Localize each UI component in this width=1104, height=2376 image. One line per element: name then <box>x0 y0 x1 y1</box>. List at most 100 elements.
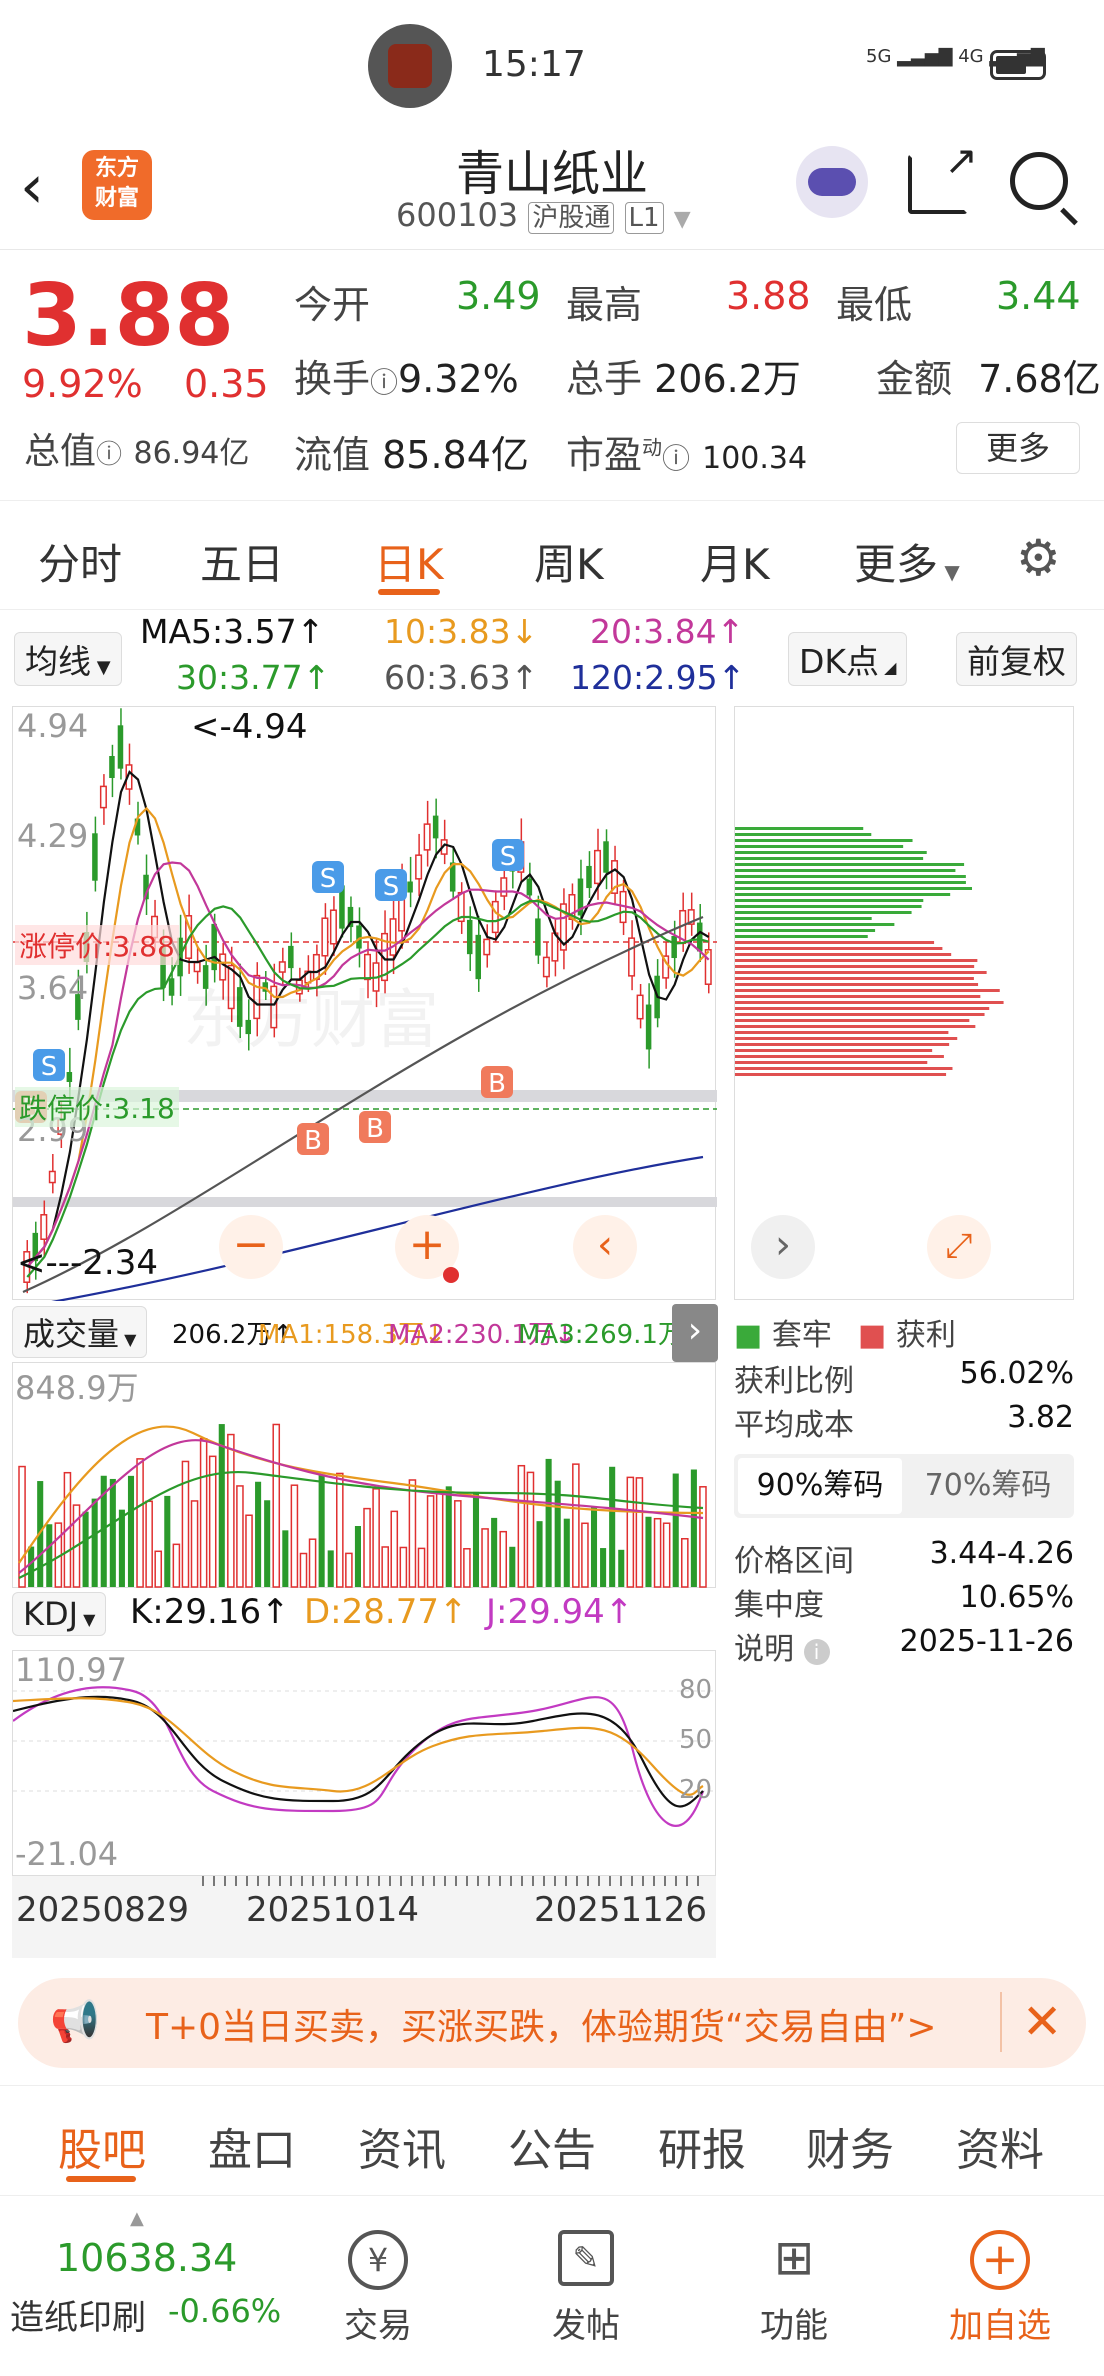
promo-banner[interactable]: 📢 T+0当日买卖，买涨买跌，体验期货“交易自由”> ✕ <box>18 1978 1086 2068</box>
legend-profit: 获利 <box>895 1318 956 1353</box>
turnover-label: 换手 <box>294 357 371 401</box>
status-time: 15:17 <box>482 44 586 85</box>
concentration-value: 10.65% <box>959 1580 1074 1615</box>
volume-bar-up <box>408 1479 417 1588</box>
mktcap-label: 总值 <box>24 431 97 472</box>
promo-text[interactable]: T+0当日买卖，买涨买跌，体验期货“交易自由”> <box>146 1998 937 2050</box>
volume-bar-up <box>154 1550 163 1588</box>
tab-daily-k[interactable]: 日K <box>374 531 444 592</box>
candle-down <box>432 815 439 839</box>
collapse-arrow-button[interactable]: › <box>672 1304 718 1362</box>
kdj-selector[interactable]: KDJ ▼ <box>12 1592 107 1636</box>
chip-stats: ■ 套牢 ■ 获利 获利比例 56.02% 平均成本 3.82 90%筹码 70… <box>734 1318 1074 1667</box>
volume-bar-down <box>118 1509 125 1587</box>
chip-distribution-chart[interactable]: › ⤢ <box>734 706 1074 1300</box>
volume-bar-down <box>672 1473 679 1587</box>
scroll-left-button[interactable]: ‹ <box>573 1215 637 1279</box>
dk-points-selector[interactable]: DK点 ◢ <box>788 632 908 686</box>
volume-bar-up <box>236 1485 244 1588</box>
hgt-badge: 沪股通 <box>528 202 615 234</box>
chip-bar-trapped <box>735 929 876 932</box>
search-icon[interactable] <box>1010 152 1078 226</box>
tab-intraday[interactable]: 分时 <box>38 531 122 592</box>
expand-icon[interactable]: ⤢ <box>927 1215 991 1279</box>
candle-up <box>389 918 397 956</box>
tab-forum[interactable]: 股吧 <box>58 2114 146 2178</box>
avg-cost-label: 平均成本 <box>734 1408 854 1443</box>
zoom-out-button[interactable]: − <box>219 1215 283 1279</box>
high-value: 3.88 <box>726 274 811 318</box>
chip-bar-profit <box>735 965 975 968</box>
y-label-3: 3.64 <box>17 969 89 1007</box>
chip-bar-trapped <box>735 845 904 848</box>
chip-bar-trapped <box>735 911 912 914</box>
share-icon[interactable]: ↗ <box>908 138 978 214</box>
stock-name: 青山纸业 <box>456 146 649 202</box>
sector-index-widget[interactable]: ▲ 10638.34 造纸印刷 -0.66% <box>10 2208 310 2368</box>
price-adjust-selector[interactable]: 前复权 <box>956 632 1077 686</box>
pe-value: 100.34 <box>702 441 808 476</box>
close-icon[interactable]: ✕ <box>1000 1992 1062 2052</box>
change-pct: 9.92% <box>22 362 143 406</box>
note-date: 2025-11-26 <box>899 1624 1074 1659</box>
chip-tab-90[interactable]: 90%筹码 <box>738 1458 902 1514</box>
volume-bar-up <box>499 1530 508 1588</box>
tab-research[interactable]: 研报 <box>658 2114 746 2178</box>
volume-bar-down <box>590 1505 598 1587</box>
tab-news[interactable]: 资讯 <box>358 2114 446 2178</box>
kdj-grid-50: 50 <box>679 1725 713 1755</box>
chip-bar-profit <box>735 1007 990 1010</box>
tab-weekly-k[interactable]: 周K <box>534 531 604 592</box>
tab-profile[interactable]: 资料 <box>956 2114 1044 2178</box>
volume-y-max: 848.9万 <box>15 1369 139 1407</box>
candle-down <box>526 878 533 896</box>
volume-bar-down <box>218 1424 225 1587</box>
float-label: 流值 <box>294 433 371 477</box>
volume-bar-up <box>526 1471 535 1588</box>
chip-tab-70[interactable]: 70%筹码 <box>906 1458 1070 1514</box>
info-icon[interactable]: i <box>803 1639 830 1665</box>
more-button[interactable]: 更多 <box>956 422 1080 474</box>
volume-bar-down <box>164 1495 171 1587</box>
tab-order-book[interactable]: 盘口 <box>208 2114 296 2178</box>
tab-five-day[interactable]: 五日 <box>200 531 284 592</box>
volume-bar-up <box>390 1510 399 1588</box>
volume-bar-down <box>264 1500 271 1587</box>
tab-finance[interactable]: 财务 <box>806 2114 894 2178</box>
robot-assistant-icon[interactable] <box>796 146 868 218</box>
chip-bar-profit <box>735 1067 953 1070</box>
chip-bar-profit <box>735 1049 933 1052</box>
kdj-chart[interactable]: 110.97 -21.04 80 50 20 <box>12 1650 717 1876</box>
volume-bar-up <box>372 1488 380 1588</box>
dock-functions[interactable]: ⊞ 功能 <box>724 2196 864 2347</box>
profit-ratio-value: 56.02% <box>959 1356 1074 1391</box>
lower-band <box>13 1197 717 1207</box>
volume-selector[interactable]: 成交量 ▼ <box>12 1306 148 1358</box>
dock-trade[interactable]: ¥ 交易 <box>308 2196 448 2347</box>
volume-bar-up <box>345 1552 353 1588</box>
ma-selector[interactable]: 均线 ▼ <box>14 632 122 686</box>
settings-gear-icon[interactable]: ⚙ <box>1016 529 1061 587</box>
dock-add-watchlist[interactable]: + 加自选 <box>930 2196 1070 2347</box>
tab-announcements[interactable]: 公告 <box>508 2114 596 2178</box>
kdj-grid-20: 20 <box>679 1775 713 1805</box>
back-icon[interactable]: ‹ <box>20 152 44 222</box>
tab-monthly-k[interactable]: 月K <box>700 531 770 592</box>
volume-bar-up <box>481 1528 489 1588</box>
ma120-value: 120:2.95↑ <box>570 658 746 697</box>
kline-chart[interactable]: SSSSBBBB东方财富 4.94 4.29 3.64 2.99 <-4.94 … <box>12 706 717 1301</box>
chip-prev-button[interactable]: › <box>751 1215 815 1279</box>
chip-tab-bar: 90%筹码 70%筹码 <box>734 1454 1074 1518</box>
tab-more[interactable]: 更多 ▼ <box>854 531 960 592</box>
stock-code-line[interactable]: 600103 沪股通 L1 ▼ <box>396 196 691 234</box>
kdj-j: J:29.94↑ <box>486 1592 634 1632</box>
chip-bar-profit <box>735 1043 950 1046</box>
candle-down <box>696 922 703 952</box>
volume-bar-down <box>554 1480 561 1587</box>
volume-chart[interactable]: 848.9万 <box>12 1362 716 1588</box>
volume-bar-up <box>463 1548 471 1588</box>
dock-post[interactable]: ✎ 发帖 <box>516 2196 656 2347</box>
app-avatar <box>368 24 452 108</box>
volume-bar-up <box>136 1458 144 1588</box>
brand-logo: 东方 财富 <box>82 150 152 220</box>
